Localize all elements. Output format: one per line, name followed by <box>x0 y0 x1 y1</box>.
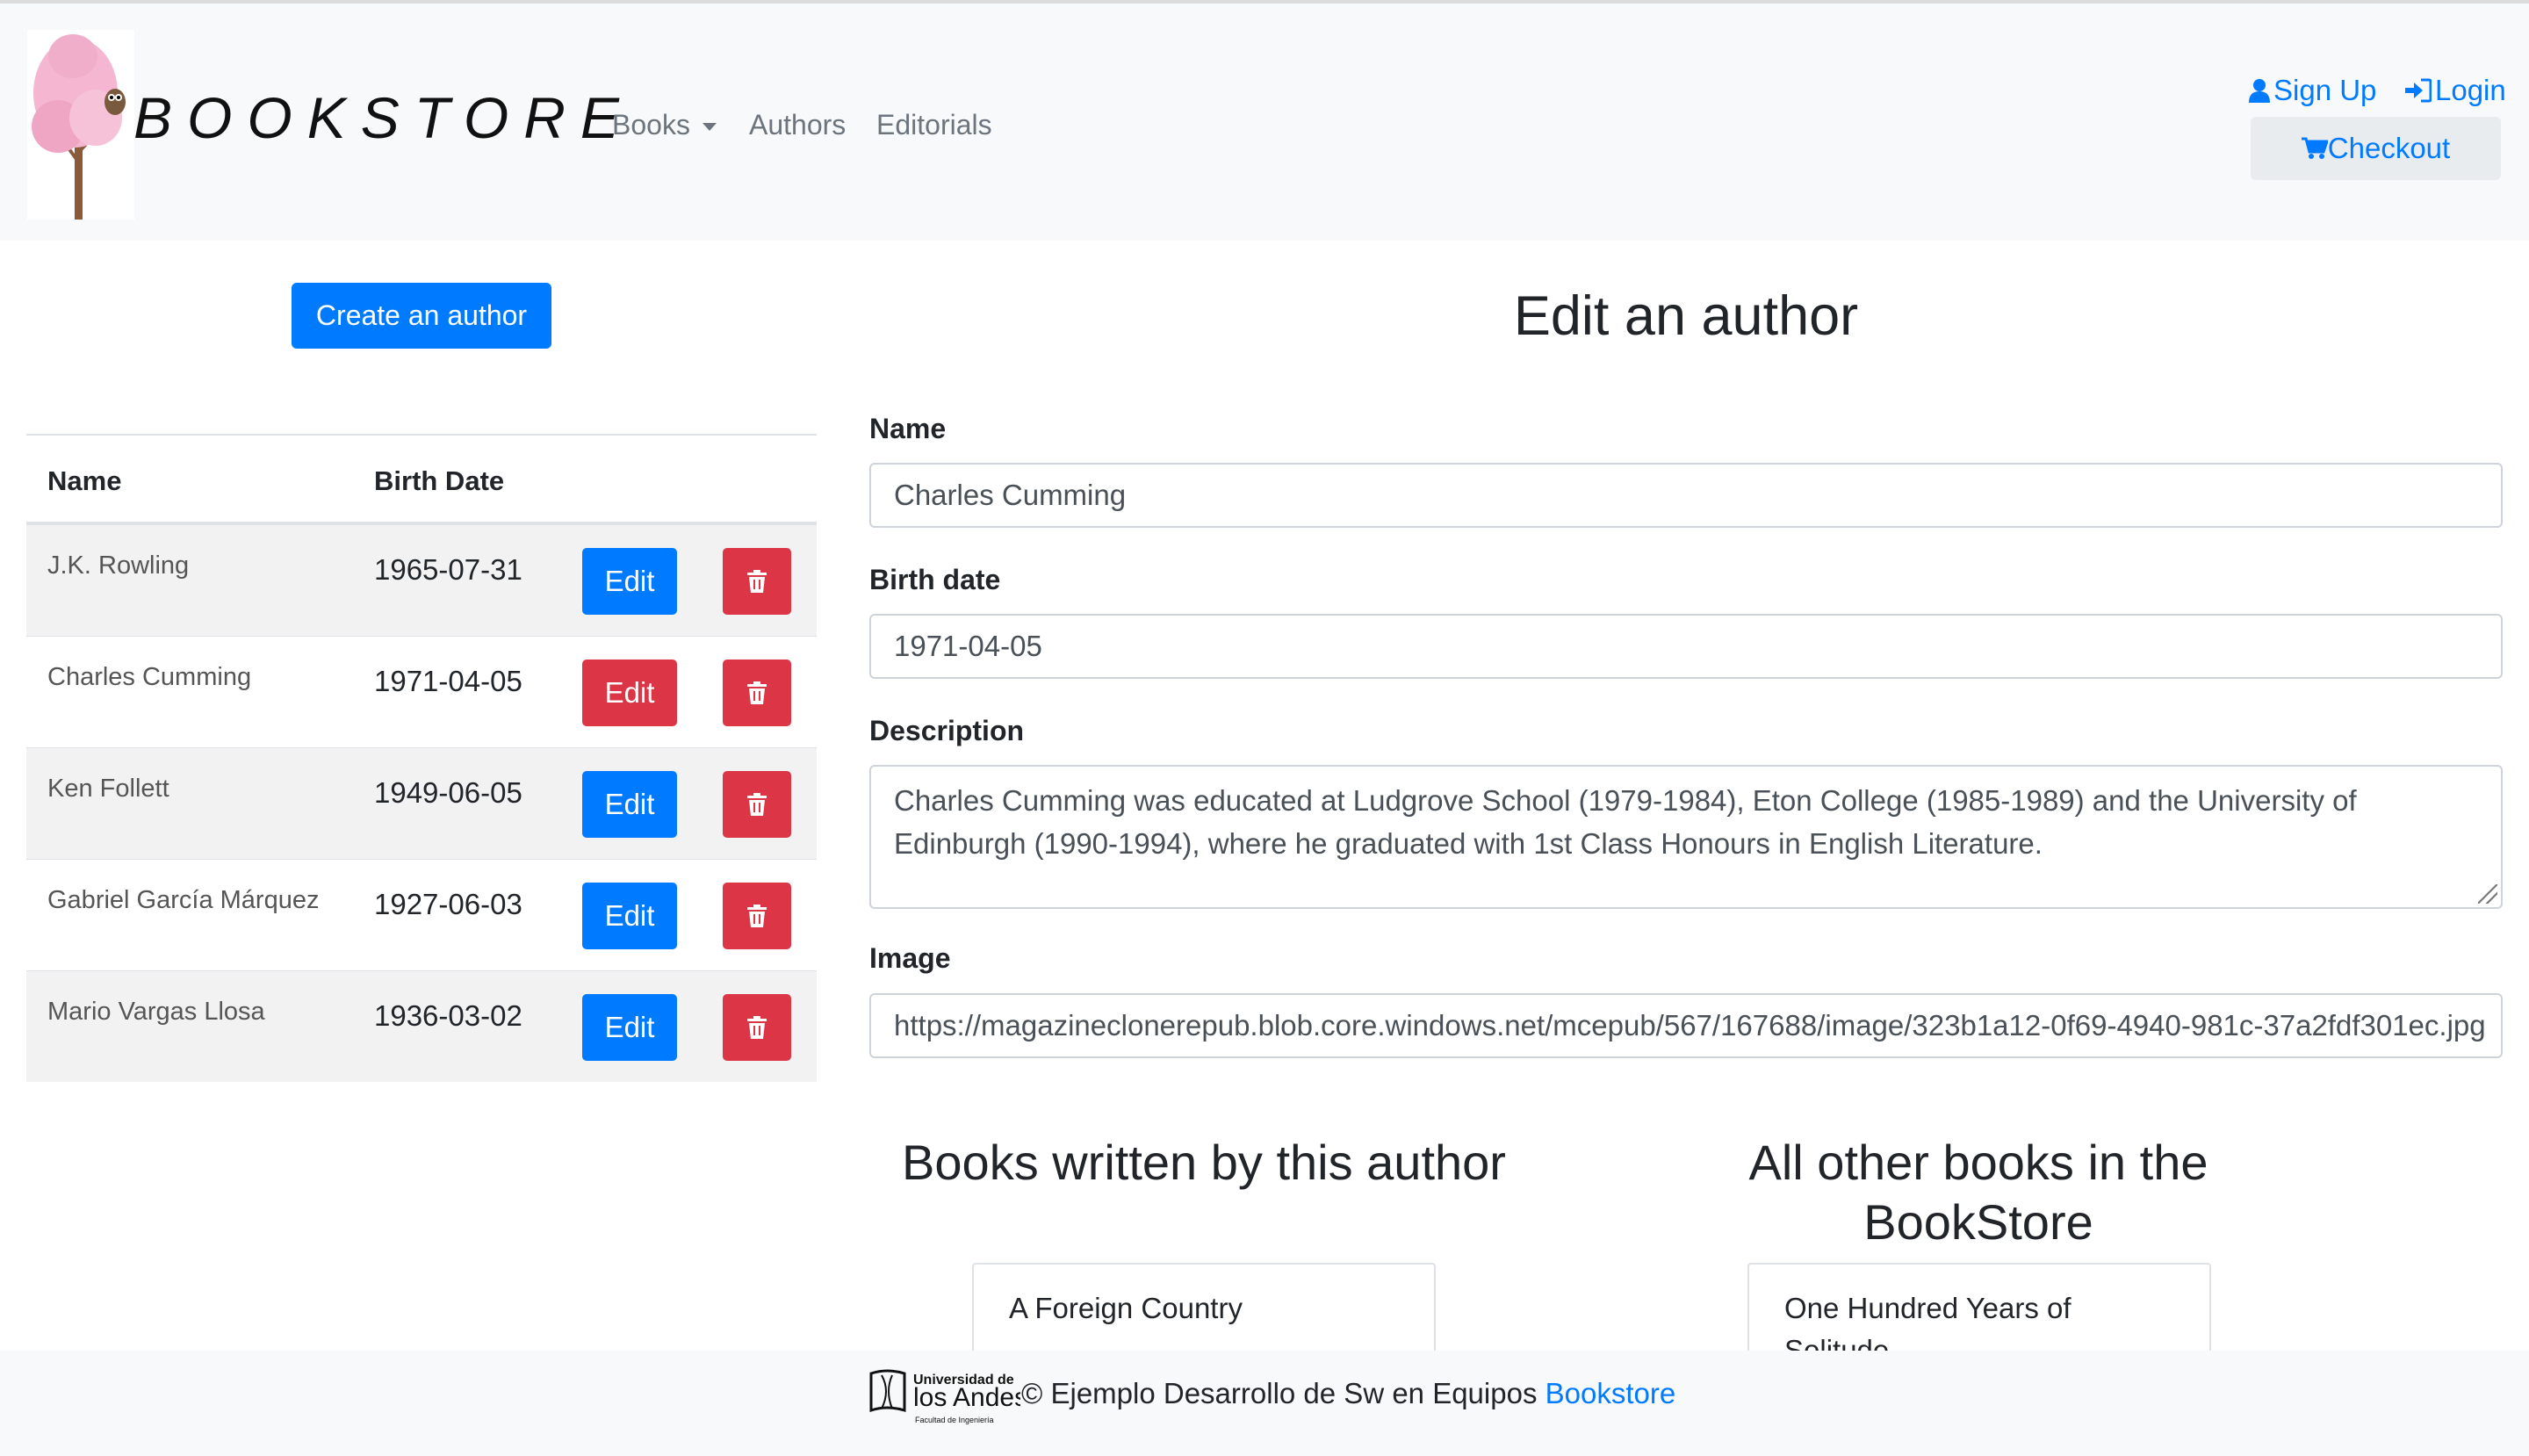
description-textarea[interactable]: Charles Cumming was educated at Ludgrove… <box>869 765 2503 909</box>
nav-books-label: Books <box>612 109 690 141</box>
edit-button-active[interactable]: Edit <box>582 660 677 726</box>
trash-icon <box>747 1016 767 1039</box>
author-birth-date: 1965-07-31 <box>374 553 522 586</box>
delete-button[interactable] <box>723 771 791 838</box>
author-birth-date: 1949-06-05 <box>374 776 522 809</box>
svg-text:los Andes: los Andes <box>913 1383 1020 1412</box>
description-label: Description <box>869 715 1025 746</box>
bookstore-logo[interactable] <box>27 30 134 220</box>
birth-date-field[interactable]: 1971-04-05 <box>869 614 2503 679</box>
trash-icon <box>747 793 767 816</box>
column-header-name: Name <box>47 465 122 496</box>
author-name: Ken Follett <box>47 775 169 803</box>
trash-icon <box>747 570 767 593</box>
author-name: Mario Vargas Llosa <box>47 998 265 1026</box>
description-text: Charles Cumming was educated at Ludgrove… <box>894 784 2357 860</box>
uniandes-logo: Universidad de los Andes Facultad de Ing… <box>869 1366 1027 1428</box>
checkout-button[interactable]: Checkout <box>2251 117 2501 180</box>
sign-in-icon <box>2405 78 2432 103</box>
edit-button[interactable]: Edit <box>582 548 677 615</box>
books-by-author-title: Books written by this author <box>902 1135 1506 1190</box>
nav-books-dropdown[interactable]: Books <box>612 109 717 141</box>
name-field[interactable]: Charles Cumming <box>869 463 2503 528</box>
table-row: J.K. Rowling 1965-07-31 Edit <box>26 524 817 636</box>
cart-icon <box>2301 137 2328 159</box>
author-birth-date: 1927-06-03 <box>374 888 522 920</box>
birth-date-label: Birth date <box>869 564 1001 595</box>
image-url-field[interactable]: https://magazineclonerepub.blob.core.win… <box>869 993 2503 1058</box>
trash-icon <box>747 905 767 927</box>
edit-button[interactable]: Edit <box>582 994 677 1061</box>
author-name: Gabriel García Márquez <box>47 886 320 914</box>
table-row: Ken Follett 1949-06-05 Edit <box>26 747 817 859</box>
navbar: BOOKSTORE Books Authors Editorials Sign … <box>0 4 2529 241</box>
footer: Universidad de los Andes Facultad de Ing… <box>0 1351 2529 1456</box>
footer-text: © Ejemplo Desarrollo de Sw en Equipos Bo… <box>1021 1377 1675 1410</box>
delete-button[interactable] <box>723 883 791 949</box>
author-birth-date: 1971-04-05 <box>374 665 522 697</box>
nav-editorials[interactable]: Editorials <box>876 109 992 141</box>
table-row: Charles Cumming 1971-04-05 Edit <box>26 636 817 747</box>
checkout-label: Checkout <box>2327 132 2451 164</box>
author-name: Charles Cumming <box>47 663 252 691</box>
edit-button[interactable]: Edit <box>582 771 677 838</box>
brand-name[interactable]: BOOKSTORE <box>133 84 634 151</box>
login-link[interactable]: Login <box>2405 74 2506 107</box>
authors-table: Name Birth Date J.K. Rowling 1965-07-31 … <box>26 434 817 1082</box>
image-label: Image <box>869 942 951 974</box>
user-icon <box>2249 79 2270 103</box>
name-label: Name <box>869 413 947 444</box>
footer-bookstore-link[interactable]: Bookstore <box>1546 1377 1676 1409</box>
caret-down-icon <box>702 123 717 132</box>
edit-button[interactable]: Edit <box>582 883 677 949</box>
sign-up-label: Sign Up <box>2273 74 2377 106</box>
delete-button[interactable] <box>723 994 791 1061</box>
table-header: Name Birth Date <box>26 436 817 524</box>
page-title: Edit an author <box>1513 285 1859 347</box>
other-books-title: All other books in the BookStore <box>1748 1135 2208 1250</box>
author-name: J.K. Rowling <box>47 551 190 580</box>
footer-copyright: © Ejemplo Desarrollo de Sw en Equipos <box>1021 1377 1538 1409</box>
login-label: Login <box>2435 74 2506 106</box>
nav-authors[interactable]: Authors <box>749 109 846 141</box>
delete-button[interactable] <box>723 660 791 726</box>
resize-handle[interactable] <box>2478 884 2497 904</box>
author-birth-date: 1936-03-02 <box>374 999 522 1032</box>
table-row: Gabriel García Márquez 1927-06-03 Edit <box>26 859 817 970</box>
svg-text:Facultad de Ingeniería: Facultad de Ingeniería <box>915 1416 994 1424</box>
table-row: Mario Vargas Llosa 1936-03-02 Edit <box>26 970 817 1082</box>
delete-button[interactable] <box>723 548 791 615</box>
sign-up-link[interactable]: Sign Up <box>2249 74 2376 107</box>
create-author-button[interactable]: Create an author <box>292 283 551 349</box>
column-header-birth-date: Birth Date <box>374 465 505 496</box>
trash-icon <box>747 681 767 704</box>
